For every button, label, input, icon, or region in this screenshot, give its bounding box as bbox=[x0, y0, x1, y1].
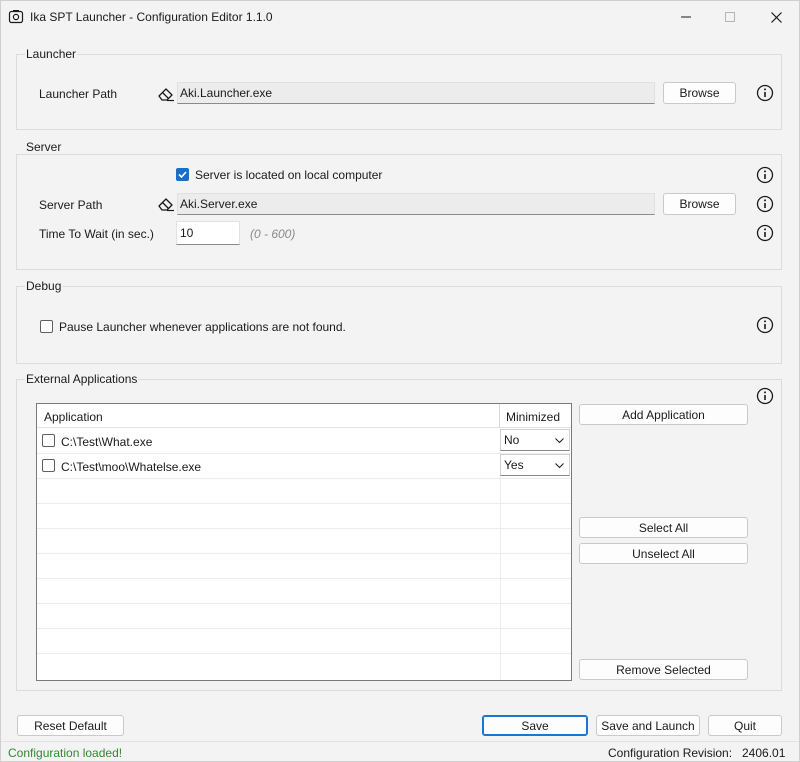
remove-selected-button[interactable]: Remove Selected bbox=[579, 659, 748, 680]
clear-launcher-path-icon[interactable] bbox=[157, 86, 175, 102]
table-row-application[interactable]: C:\Test\What.exe bbox=[61, 435, 152, 449]
revision-label: Configuration Revision: bbox=[608, 746, 733, 760]
grid-line bbox=[37, 503, 571, 504]
info-icon[interactable] bbox=[756, 224, 774, 242]
chevron-down-icon bbox=[555, 463, 564, 469]
column-header-application[interactable]: Application bbox=[44, 410, 103, 424]
grid-line bbox=[37, 453, 571, 454]
server-group-label: Server bbox=[25, 140, 63, 154]
server-path-field[interactable]: Aki.Server.exe bbox=[177, 193, 655, 215]
column-header-minimized[interactable]: Minimized bbox=[506, 410, 560, 424]
launcher-browse-button[interactable]: Browse bbox=[663, 82, 736, 104]
launcher-path-label: Launcher Path bbox=[39, 87, 118, 101]
grid-line bbox=[37, 553, 571, 554]
row-checkbox[interactable] bbox=[42, 434, 55, 447]
server-local-checkbox[interactable] bbox=[176, 168, 189, 181]
grid-line bbox=[37, 603, 571, 604]
status-bar-divider bbox=[0, 741, 800, 742]
grid-line bbox=[37, 478, 571, 479]
chevron-down-icon bbox=[555, 438, 564, 444]
list-header bbox=[37, 404, 571, 428]
minimize-icon bbox=[681, 16, 691, 18]
table-row-application[interactable]: C:\Test\moo\Whatelse.exe bbox=[61, 460, 201, 474]
launcher-group-label: Launcher bbox=[25, 47, 78, 61]
minimize-button[interactable] bbox=[663, 0, 709, 34]
column-separator bbox=[499, 404, 500, 428]
grid-line bbox=[37, 528, 571, 529]
add-application-button[interactable]: Add Application bbox=[579, 404, 748, 425]
external-apps-group-label: External Applications bbox=[25, 372, 139, 386]
info-icon[interactable] bbox=[756, 84, 774, 102]
pause-launcher-label[interactable]: Pause Launcher whenever applications are… bbox=[59, 320, 346, 334]
check-icon bbox=[178, 171, 187, 179]
info-icon[interactable] bbox=[756, 316, 774, 334]
launcher-path-field[interactable]: Aki.Launcher.exe bbox=[177, 82, 655, 104]
info-icon[interactable] bbox=[756, 166, 774, 184]
revision-value: 2406.01 bbox=[742, 746, 786, 760]
app-icon bbox=[8, 10, 24, 24]
server-path-label: Server Path bbox=[39, 198, 103, 212]
select-all-button[interactable]: Select All bbox=[579, 517, 748, 538]
minimized-select[interactable]: Yes bbox=[500, 454, 570, 476]
time-to-wait-hint: (0 - 600) bbox=[250, 227, 296, 241]
maximize-icon bbox=[725, 12, 735, 22]
clear-server-path-icon[interactable] bbox=[157, 196, 175, 212]
save-and-launch-button[interactable]: Save and Launch bbox=[596, 715, 700, 736]
server-local-label[interactable]: Server is located on local computer bbox=[195, 168, 382, 182]
unselect-all-button[interactable]: Unselect All bbox=[579, 543, 748, 564]
close-button[interactable] bbox=[753, 0, 799, 34]
quit-button[interactable]: Quit bbox=[708, 715, 782, 736]
reset-default-button[interactable]: Reset Default bbox=[17, 715, 124, 736]
grid-line bbox=[37, 628, 571, 629]
save-button[interactable]: Save bbox=[482, 715, 588, 736]
time-to-wait-input[interactable]: 10 bbox=[176, 221, 240, 245]
grid-line bbox=[37, 578, 571, 579]
server-browse-button[interactable]: Browse bbox=[663, 193, 736, 215]
time-to-wait-label: Time To Wait (in sec.) bbox=[39, 227, 154, 241]
pause-launcher-checkbox[interactable] bbox=[40, 320, 53, 333]
info-icon[interactable] bbox=[756, 195, 774, 213]
row-checkbox[interactable] bbox=[42, 459, 55, 472]
minimized-select[interactable]: No bbox=[500, 429, 570, 451]
grid-line bbox=[37, 653, 571, 654]
window-title: Ika SPT Launcher - Configuration Editor … bbox=[30, 10, 273, 24]
minimized-select-value: Yes bbox=[504, 458, 524, 472]
minimized-select-value: No bbox=[504, 433, 520, 447]
info-icon[interactable] bbox=[756, 387, 774, 405]
debug-group-label: Debug bbox=[25, 279, 63, 293]
status-message: Configuration loaded! bbox=[8, 746, 123, 760]
maximize-button[interactable] bbox=[707, 0, 753, 34]
close-icon bbox=[770, 11, 782, 23]
